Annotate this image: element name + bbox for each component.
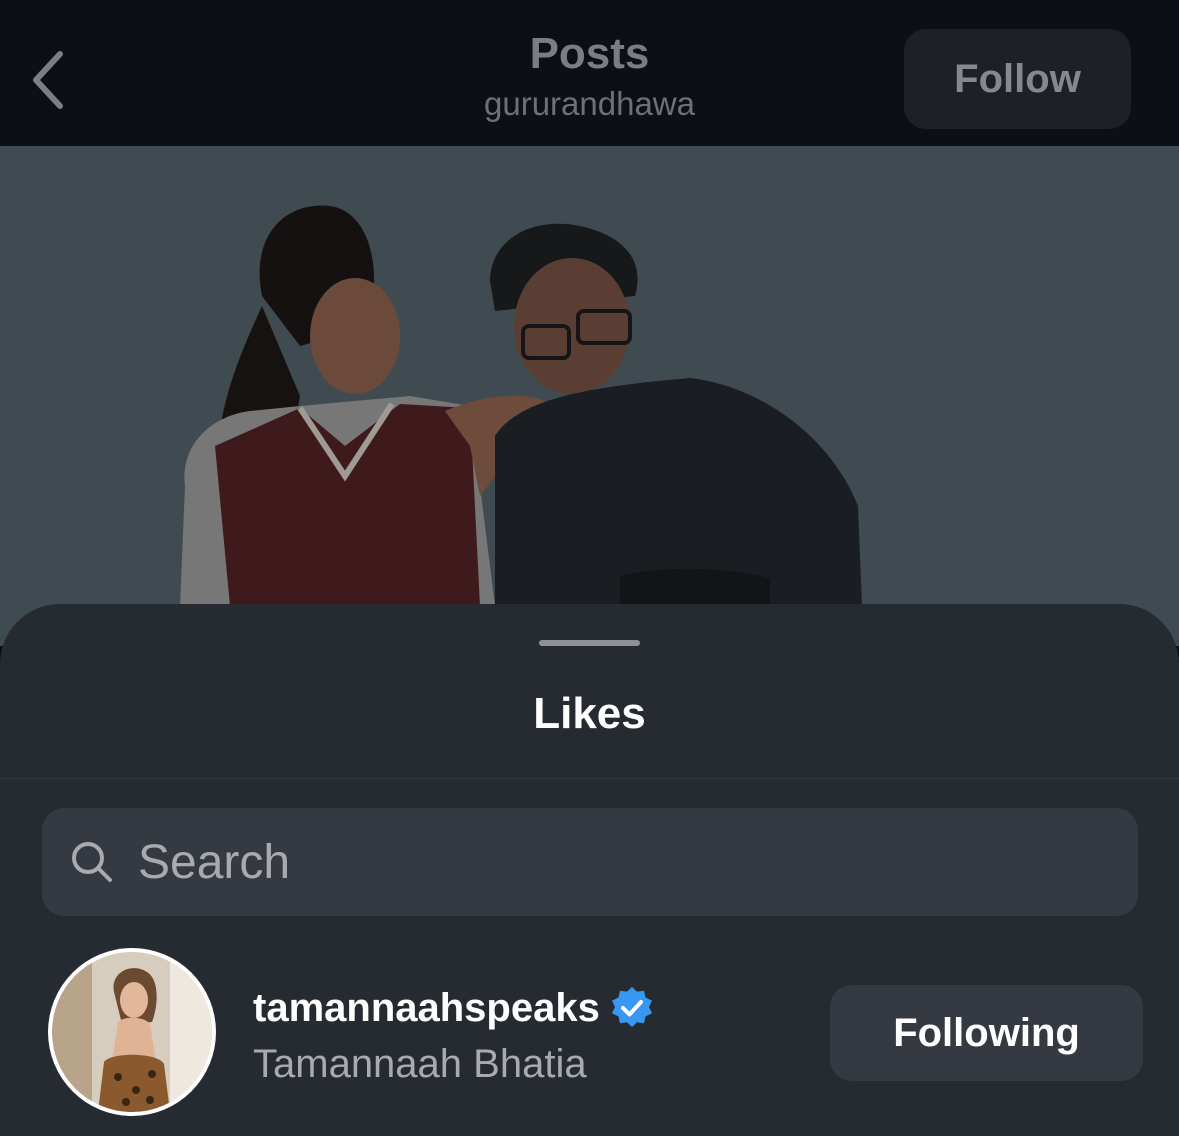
username[interactable]: tamannaahspeaks	[253, 984, 600, 1032]
top-nav-bar: Posts gururandhawa Follow	[0, 0, 1179, 146]
search-icon	[72, 842, 112, 882]
post-photo-illustration	[0, 146, 1179, 646]
list-item[interactable]: tamannaahspeaks Tamannaah Bhatia Followi…	[0, 948, 1179, 1116]
avatar-photo	[52, 952, 212, 1112]
search-bar[interactable]	[42, 808, 1138, 916]
full-name: Tamannaah Bhatia	[253, 1042, 587, 1086]
username-line: tamannaahspeaks	[253, 984, 654, 1032]
sheet-title: Likes	[533, 689, 646, 738]
following-button[interactable]: Following	[830, 985, 1143, 1081]
likes-sheet: Likes Search tamannaahspeaks Tamannaah B…	[0, 604, 1179, 1136]
search-input[interactable]	[138, 808, 1098, 916]
verified-badge-icon	[611, 986, 652, 1028]
sheet-grabber[interactable]	[539, 640, 640, 646]
post-photo[interactable]	[0, 146, 1179, 646]
avatar[interactable]	[48, 948, 216, 1116]
follow-button[interactable]: Follow	[904, 29, 1131, 129]
sheet-divider	[0, 778, 1179, 779]
